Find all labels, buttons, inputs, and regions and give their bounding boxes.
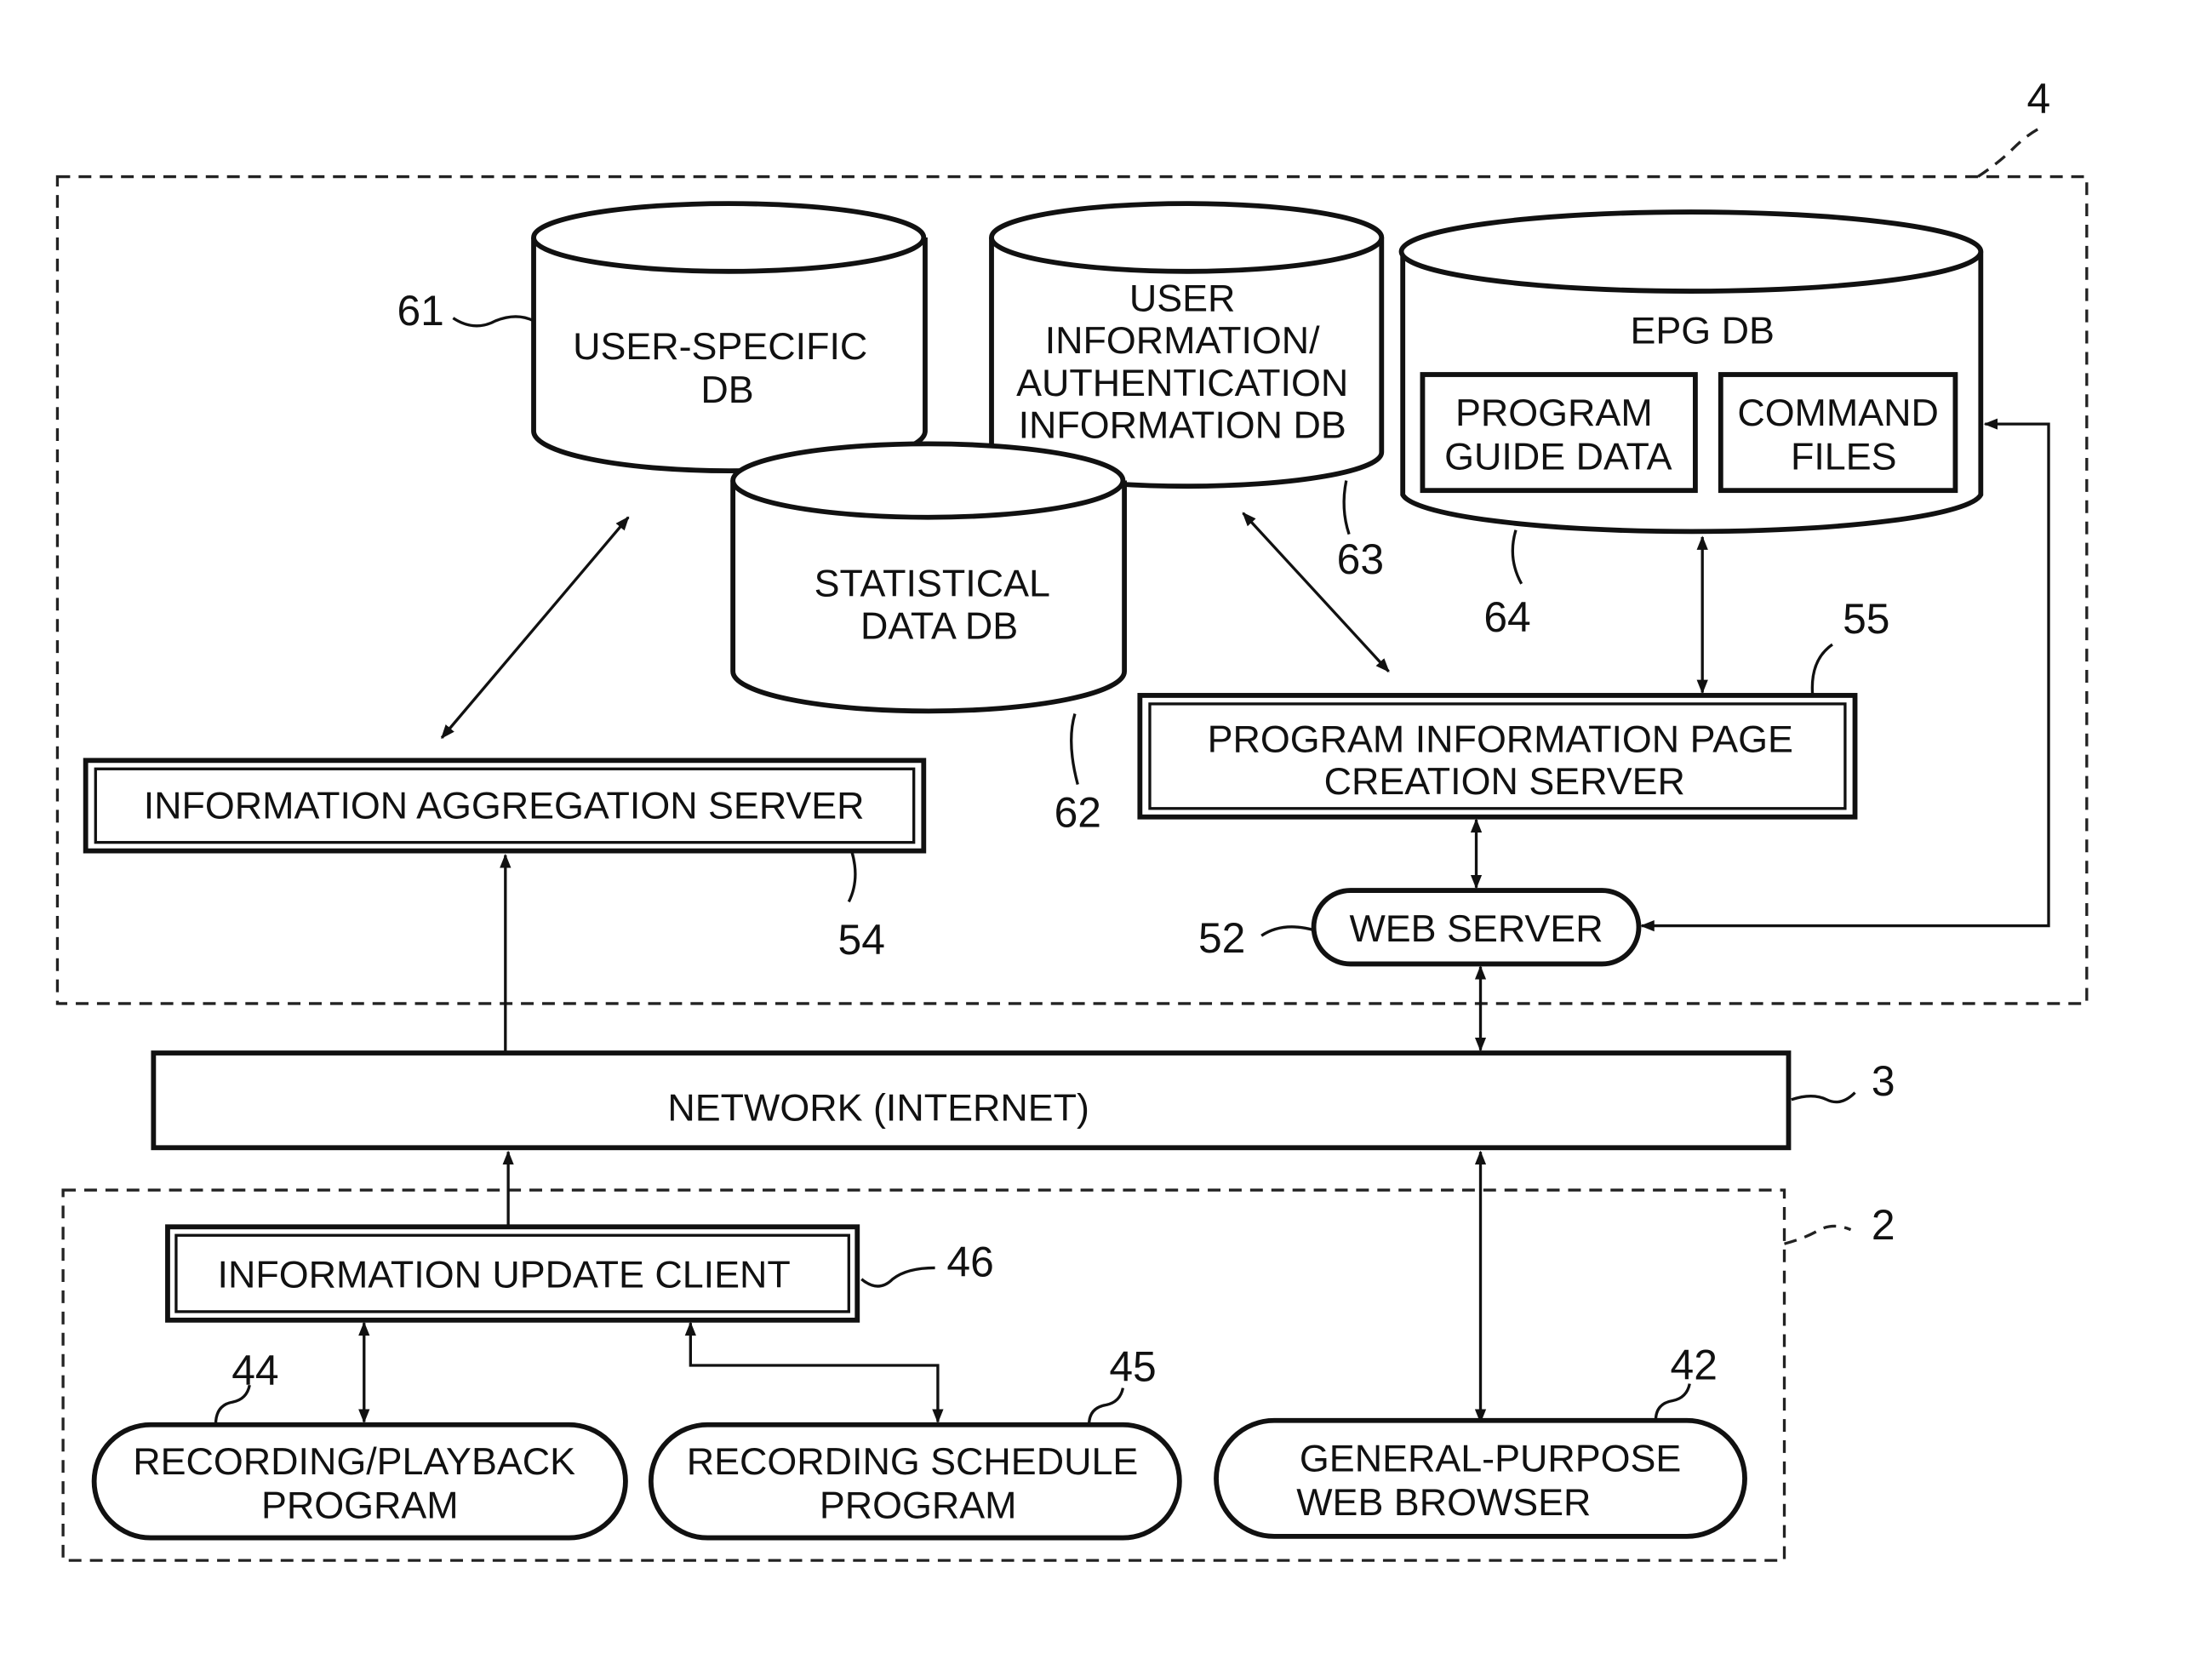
recording-schedule-program: RECORDING SCHEDULE PROGRAM [648, 1422, 1182, 1541]
ref-2: 2 [1872, 1201, 1895, 1249]
svg-text:DB: DB [700, 368, 753, 411]
svg-text:USER-SPECIFIC: USER-SPECIFIC [573, 324, 867, 368]
information-update-client: INFORMATION UPDATE CLIENT [165, 1224, 860, 1323]
svg-text:WEB SERVER: WEB SERVER [1349, 907, 1603, 950]
svg-text:PROGRAM: PROGRAM [261, 1483, 459, 1526]
ref-52: 52 [1198, 914, 1245, 962]
svg-text:USER: USER [1129, 276, 1236, 319]
ref-3: 3 [1872, 1057, 1895, 1105]
svg-text:CREATION SERVER: CREATION SERVER [1324, 759, 1685, 803]
ref-44: 44 [231, 1347, 278, 1394]
svg-text:INFORMATION UPDATE CLIENT: INFORMATION UPDATE CLIENT [218, 1253, 791, 1296]
ref-42: 42 [1671, 1342, 1718, 1389]
web-server: WEB SERVER [1311, 888, 1642, 967]
program-info-page-creation-server: PROGRAM INFORMATION PAGE CREATION SERVER [1137, 693, 1858, 820]
svg-text:INFORMATION AGGREGATION SERVER: INFORMATION AGGREGATION SERVER [144, 783, 865, 827]
ref-54: 54 [838, 916, 885, 964]
svg-text:WEB BROWSER: WEB BROWSER [1296, 1480, 1591, 1524]
svg-text:EPG DB: EPG DB [1631, 308, 1775, 352]
ref-55: 55 [1843, 595, 1889, 643]
svg-text:INFORMATION/: INFORMATION/ [1045, 318, 1320, 362]
ref-62: 62 [1055, 788, 1101, 836]
general-purpose-web-browser: GENERAL-PURPOSE WEB BROWSER [1214, 1417, 1747, 1539]
svg-text:PROGRAM: PROGRAM [1455, 391, 1653, 434]
arrow-61-54 [440, 516, 630, 740]
arrow-46-45 [684, 1321, 944, 1424]
svg-text:FILES: FILES [1791, 434, 1897, 478]
ref-45: 45 [1109, 1342, 1156, 1390]
svg-text:RECORDING/PLAYBACK: RECORDING/PLAYBACK [133, 1439, 575, 1483]
recording-playback-program: RECORDING/PLAYBACK PROGRAM [91, 1422, 628, 1541]
database-user-auth-info: USER INFORMATION/ AUTHENTICATION INFORMA… [989, 201, 1385, 489]
svg-text:PROGRAM INFORMATION PAGE: PROGRAM INFORMATION PAGE [1208, 717, 1793, 760]
svg-text:RECORDING SCHEDULE: RECORDING SCHEDULE [687, 1439, 1139, 1483]
network-internet: NETWORK (INTERNET) [151, 1050, 1792, 1151]
ref-63: 63 [1337, 535, 1384, 583]
svg-text:INFORMATION DB: INFORMATION DB [1019, 403, 1346, 447]
svg-text:GUIDE DATA: GUIDE DATA [1444, 434, 1672, 478]
information-aggregation-server: INFORMATION AGGREGATION SERVER [83, 758, 927, 854]
leader-4 [1977, 125, 2043, 178]
ref-64: 64 [1483, 593, 1530, 641]
database-user-specific: USER-SPECIFIC DB [531, 201, 928, 474]
svg-text:PROGRAM: PROGRAM [820, 1483, 1017, 1526]
svg-text:AUTHENTICATION: AUTHENTICATION [1016, 361, 1348, 404]
svg-text:NETWORK (INTERNET): NETWORK (INTERNET) [667, 1086, 1089, 1130]
ref-46: 46 [946, 1238, 993, 1285]
svg-text:DATA DB: DATA DB [860, 604, 1018, 648]
svg-text:COMMAND: COMMAND [1737, 391, 1939, 434]
ref-61: 61 [397, 287, 443, 335]
ref-4: 4 [2027, 75, 2051, 123]
svg-text:GENERAL-PURPOSE: GENERAL-PURPOSE [1300, 1437, 1681, 1480]
database-epg: EPG DB PROGRAM GUIDE DATA COMMAND FILES [1398, 209, 1984, 535]
svg-text:STATISTICAL: STATISTICAL [814, 562, 1050, 605]
database-statistical-data: STATISTICAL DATA DB [730, 441, 1127, 714]
system-diagram: 4 USER-SPECIFIC DB 61 USER INFORMATION/ … [55, 75, 2089, 1562]
